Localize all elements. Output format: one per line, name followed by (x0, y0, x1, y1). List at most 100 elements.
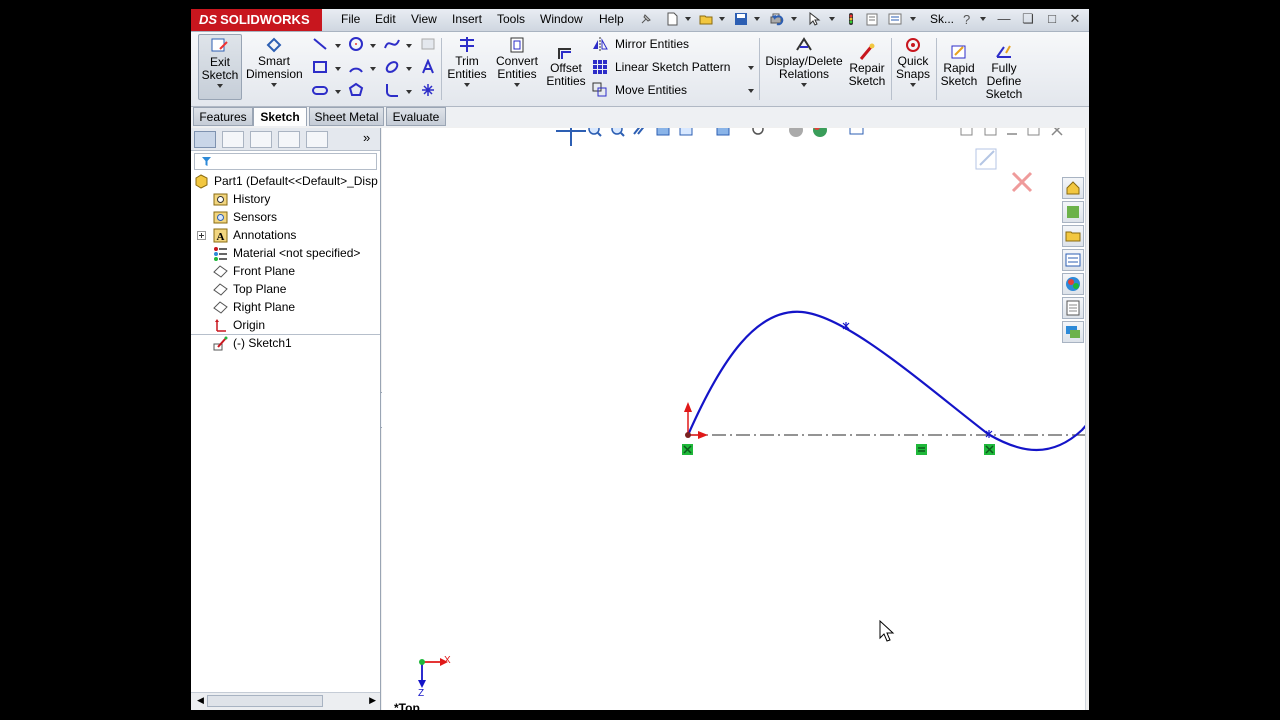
viewport-split-icon[interactable] (984, 128, 997, 136)
horizontal-relation-icon[interactable] (916, 444, 927, 455)
coincident-relation-icon[interactable] (682, 444, 693, 455)
custom-properties-icon[interactable] (1062, 297, 1084, 319)
exit-sketch-button[interactable]: Exit Sketch (198, 34, 242, 100)
circle-dropdown-icon[interactable] (370, 44, 376, 48)
convert-dropdown-icon[interactable] (514, 83, 520, 87)
arc-icon[interactable] (348, 59, 364, 75)
solidworks-resources-icon[interactable] (1062, 177, 1084, 199)
ellipse-dropdown-icon[interactable] (406, 67, 412, 71)
tab-sketch[interactable]: Sketch (253, 107, 307, 126)
menu-file[interactable]: File (341, 9, 360, 31)
menu-tools[interactable]: Tools (497, 9, 525, 31)
menu-edit[interactable]: Edit (375, 9, 396, 31)
panel-expand-icon[interactable]: » (363, 130, 370, 145)
view-settings-icon[interactable] (849, 128, 864, 135)
pin-icon[interactable] (639, 12, 653, 26)
file-explorer-icon[interactable] (1062, 225, 1084, 247)
slot-dropdown-icon[interactable] (335, 90, 341, 94)
tab-sheet-metal[interactable]: Sheet Metal (309, 107, 384, 126)
smart-dimension-dropdown-icon[interactable] (271, 83, 277, 87)
move-entities-icon[interactable] (592, 82, 608, 98)
previous-view-icon[interactable] (633, 128, 646, 135)
forum-icon[interactable] (1062, 321, 1084, 343)
open-dropdown-icon[interactable] (719, 17, 725, 21)
spline[interactable] (686, 310, 1089, 451)
cancel-sketch-icon[interactable] (1011, 171, 1033, 193)
tree-item-top-plane[interactable]: Top Plane (191, 280, 380, 298)
text-icon[interactable] (420, 59, 436, 75)
maximize-icon[interactable]: □ (1043, 11, 1061, 27)
close-icon[interactable]: ✕ (1066, 11, 1084, 27)
feature-manager-tab-icon[interactable] (194, 131, 216, 148)
fillet-icon[interactable] (384, 82, 400, 98)
repair-sketch-button[interactable]: Repair Sketch (847, 41, 887, 88)
hide-show-items-icon[interactable] (752, 128, 764, 135)
rapid-sketch-button[interactable]: Rapid Sketch (939, 41, 979, 88)
viewport-close-icon[interactable] (1051, 128, 1063, 136)
scroll-right-icon[interactable]: ▶ (369, 695, 376, 706)
design-library-icon[interactable] (1062, 201, 1084, 223)
section-view-icon[interactable] (656, 128, 670, 136)
options-dropdown-icon[interactable] (910, 17, 916, 21)
panel-horizontal-scrollbar[interactable]: ◀ ▶ (191, 692, 380, 710)
menu-window[interactable]: Window (540, 9, 583, 31)
mirror-entities-icon[interactable] (592, 36, 608, 52)
minimize-icon[interactable]: — (995, 11, 1013, 27)
tree-item-right-plane[interactable]: Right Plane (191, 298, 380, 316)
scroll-left-icon[interactable]: ◀ (197, 695, 204, 706)
edit-appearance-icon[interactable] (789, 128, 803, 137)
arc-dropdown-icon[interactable] (370, 67, 376, 71)
undo-icon[interactable] (771, 12, 785, 26)
menu-view[interactable]: View (411, 9, 437, 31)
options-icon[interactable] (888, 12, 902, 26)
quick-snaps-button[interactable]: Quick Snaps (894, 34, 932, 87)
coincident-relation-icon[interactable] (984, 444, 995, 455)
display-delete-relations-button[interactable]: Display/Delete Relations (764, 34, 844, 87)
tree-item-material[interactable]: Material <not specified> (191, 244, 380, 262)
zoom-to-fit-icon[interactable] (588, 128, 602, 137)
undo-dropdown-icon[interactable] (791, 17, 797, 21)
offset-entities-button[interactable]: Offset Entities (544, 41, 588, 88)
line-icon[interactable] (312, 36, 328, 52)
file-properties-icon[interactable] (865, 12, 879, 26)
property-manager-tab-icon[interactable] (222, 131, 244, 148)
spline-icon[interactable] (384, 36, 400, 52)
sketch-geometry[interactable] (684, 310, 1089, 451)
menu-insert[interactable]: Insert (452, 9, 482, 31)
quick-snaps-dropdown-icon[interactable] (910, 83, 916, 87)
pattern-dropdown-icon[interactable] (748, 66, 754, 70)
configuration-manager-tab-icon[interactable] (250, 131, 272, 148)
select-arrow-icon[interactable] (807, 12, 821, 26)
tree-filter-input[interactable] (194, 153, 377, 170)
help-dropdown-icon[interactable] (980, 17, 986, 21)
linear-sketch-pattern-icon[interactable] (592, 59, 608, 75)
expand-plus-icon[interactable] (197, 231, 206, 240)
spline-dropdown-icon[interactable] (406, 44, 412, 48)
tree-item-history[interactable]: History (191, 190, 380, 208)
dimxpert-manager-tab-icon[interactable] (278, 131, 300, 148)
tab-evaluate[interactable]: Evaluate (386, 107, 446, 126)
new-document-icon[interactable] (665, 12, 679, 26)
linear-sketch-pattern-button[interactable]: Linear Sketch Pattern (615, 57, 730, 77)
tree-item-origin[interactable]: Origin (191, 316, 380, 334)
save-dropdown-icon[interactable] (754, 17, 760, 21)
select-dropdown-icon[interactable] (829, 17, 835, 21)
fillet-dropdown-icon[interactable] (406, 90, 412, 94)
tree-item-annotations[interactable]: A Annotations (191, 226, 380, 244)
smart-dimension-button[interactable]: Smart Dimension (246, 34, 303, 87)
fully-define-sketch-button[interactable]: Fully Define Sketch (982, 41, 1026, 101)
zoom-to-area-icon[interactable] (611, 128, 625, 137)
mirror-entities-button[interactable]: Mirror Entities (615, 34, 689, 54)
appearances-icon[interactable] (1062, 273, 1084, 295)
trim-entities-button[interactable]: Trim Entities (445, 34, 489, 87)
tree-item-front-plane[interactable]: Front Plane (191, 262, 380, 280)
move-view-icon[interactable] (556, 128, 586, 146)
graphics-area[interactable]: X Z *Top (382, 128, 1089, 710)
new-dropdown-icon[interactable] (685, 17, 691, 21)
rectangle-icon[interactable] (312, 59, 328, 75)
restore-icon[interactable]: ❏ (1019, 11, 1037, 27)
help-icon[interactable]: ? (960, 12, 974, 26)
tab-features[interactable]: Features (193, 107, 253, 126)
display-style-icon[interactable] (716, 128, 730, 136)
view-orientation-icon[interactable] (679, 128, 693, 136)
